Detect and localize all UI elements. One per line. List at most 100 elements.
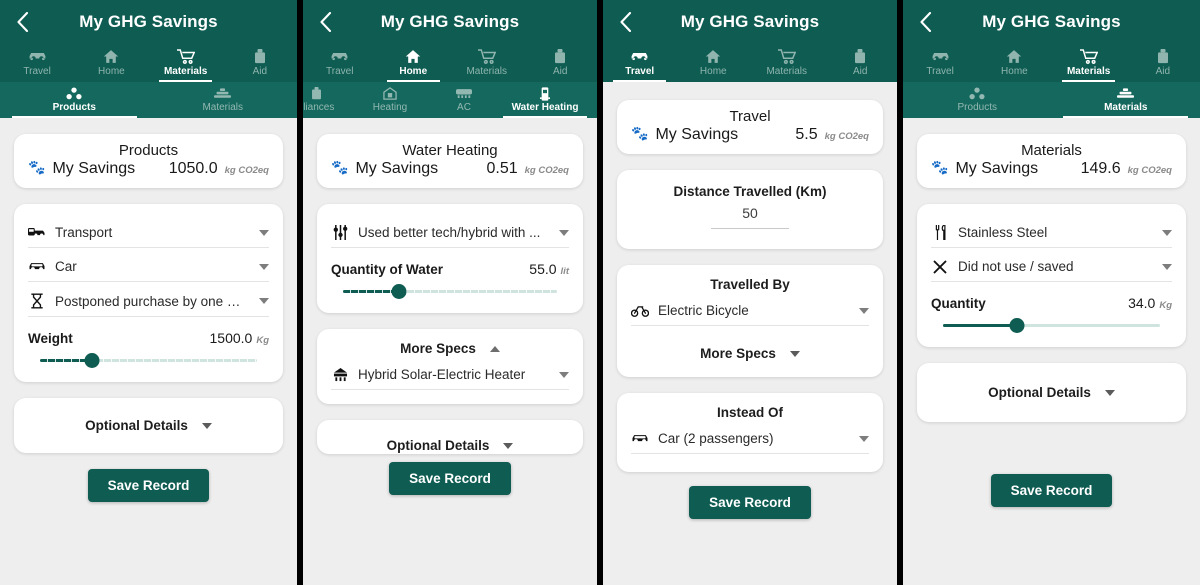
save-record-button[interactable]: Save Record (87, 469, 210, 502)
tab-home[interactable]: Home (977, 44, 1051, 82)
slider-header: Quantity 34.0 Kg (931, 295, 1172, 311)
tab-materials[interactable]: Materials (1052, 44, 1126, 82)
savings-title: Materials (1021, 142, 1082, 159)
dropdown-instead-of[interactable]: Car (2 passengers) (631, 420, 869, 454)
weight-slider[interactable] (40, 348, 257, 372)
subtab-label: Heating (372, 102, 408, 113)
save-record-button[interactable]: Save Record (689, 486, 811, 519)
shopping-cart-icon (777, 48, 796, 65)
chevron-down-icon (559, 371, 569, 378)
subtab-heating[interactable]: Heating (347, 82, 433, 118)
car-icon (631, 432, 649, 445)
home-icon (103, 48, 119, 65)
dropdown-material[interactable]: Stainless Steel (931, 214, 1172, 248)
tab-materials[interactable]: Materials (750, 44, 824, 82)
dropdown-transport[interactable]: Transport (28, 214, 269, 248)
subtab-water-heating[interactable]: Water Heating (495, 82, 595, 118)
tab-materials[interactable]: Materials (450, 44, 524, 82)
slider-thumb[interactable] (391, 284, 407, 299)
sub-tab-bar[interactable]: pliances Heating AC Water Heating Lighti… (303, 82, 597, 118)
tab-travel[interactable]: Travel (903, 44, 977, 82)
back-chevron-icon[interactable] (903, 0, 943, 44)
slider-label: Quantity of Water (331, 262, 444, 277)
dropdown-action[interactable]: Postponed purchase by one year (28, 282, 269, 317)
dropdown-value: Did not use / saved (958, 259, 1074, 274)
tab-aid[interactable]: Aid (524, 44, 598, 82)
tab-travel[interactable]: Travel (0, 44, 74, 82)
title-row: My GHG Savings (603, 0, 897, 44)
subtab-lighting[interactable]: Lighting (595, 82, 597, 118)
app-bar: My GHG Savings Travel Home Materials Ai (0, 0, 297, 118)
car-icon (630, 48, 649, 65)
tab-home[interactable]: Home (377, 44, 451, 82)
optional-details-toggle[interactable]: Optional Details (931, 385, 1172, 400)
car-icon (330, 48, 349, 65)
tab-label: Home (699, 66, 727, 77)
recycle-boxes-icon (969, 86, 985, 101)
tab-home[interactable]: Home (74, 44, 148, 82)
back-chevron-icon[interactable] (303, 0, 343, 44)
savings-value: 5.5 (795, 126, 818, 143)
more-specs-toggle[interactable]: More Specs (331, 341, 569, 356)
tab-travel[interactable]: Travel (603, 44, 677, 82)
subtab-appliances[interactable]: pliances (303, 82, 347, 118)
tab-aid[interactable]: Aid (223, 44, 297, 82)
optional-details-toggle[interactable]: Optional Details (28, 418, 269, 433)
page-title: My GHG Savings (380, 12, 520, 31)
quantity-slider[interactable] (943, 313, 1160, 337)
distance-input[interactable]: 50 (631, 199, 869, 229)
subtab-label: AC (457, 102, 471, 113)
optional-details-card[interactable]: Optional Details (14, 398, 283, 453)
chevron-down-icon (259, 263, 269, 270)
tab-label: Materials (163, 66, 208, 77)
back-chevron-icon[interactable] (0, 0, 40, 44)
subtab-products[interactable]: Products (903, 82, 1052, 118)
optional-details-card[interactable]: Optional Details (917, 363, 1186, 422)
title-row: My GHG Savings (303, 0, 597, 44)
phone-screen-materials: My GHG Savings Travel Home Materials Aid… (900, 0, 1200, 585)
savings-label: My Savings (355, 160, 439, 177)
dropdown-action[interactable]: Used better tech/hybrid with ... (331, 214, 569, 248)
chevron-down-icon (259, 229, 269, 236)
app-bar: My GHG Savings Travel Home Materials Ai (303, 0, 597, 118)
panel-body: Materials 🐾 My Savings 149.6 kg CO2eq St… (903, 134, 1200, 507)
dropdown-travelled-by[interactable]: Electric Bicycle (631, 292, 869, 326)
savings-unit: kg CO2eq (1127, 165, 1172, 176)
subtab-materials[interactable]: Materials (149, 82, 298, 118)
form-card: Transport Car Postponed purchase by one … (14, 204, 283, 382)
more-specs-toggle[interactable]: More Specs (631, 338, 869, 363)
optional-details-label: Optional Details (386, 438, 490, 453)
tab-aid[interactable]: Aid (1126, 44, 1200, 82)
tab-travel[interactable]: Travel (303, 44, 377, 82)
tab-label: Materials (1066, 66, 1111, 77)
optional-details-card[interactable]: Optional Details (317, 420, 583, 454)
savings-label: My Savings (655, 126, 739, 143)
subtab-products[interactable]: Products (0, 82, 149, 118)
hourglass-icon (28, 293, 46, 309)
dropdown-value: Electric Bicycle (658, 303, 749, 318)
save-record-button[interactable]: Save Record (990, 474, 1113, 507)
sub-tab-bar: Products Materials (903, 82, 1200, 118)
slider-label: Weight (28, 331, 73, 346)
slider-thumb[interactable] (84, 353, 100, 368)
sub-tab-bar: Products Materials (0, 82, 297, 118)
panel-body: Products 🐾 My Savings 1050.0 kg CO2eq Tr… (0, 134, 297, 502)
dropdown-heater-type[interactable]: Hybrid Solar-Electric Heater (331, 356, 569, 390)
tab-label: Travel (23, 66, 51, 77)
dropdown-vehicle[interactable]: Car (28, 248, 269, 282)
solar-heater-icon (331, 367, 349, 382)
tab-aid[interactable]: Aid (824, 44, 898, 82)
quantity-of-water-slider[interactable] (343, 279, 557, 303)
tab-materials[interactable]: Materials (149, 44, 223, 82)
app-bar: My GHG Savings Travel Home Materials Ai (603, 0, 897, 82)
home-icon (1006, 48, 1022, 65)
footprint-icon: 🐾 (631, 125, 649, 141)
back-chevron-icon[interactable] (603, 0, 643, 44)
save-record-button[interactable]: Save Record (389, 462, 511, 495)
subtab-materials[interactable]: Materials (1052, 82, 1200, 118)
subtab-ac[interactable]: AC (433, 82, 495, 118)
dropdown-usage[interactable]: Did not use / saved (931, 248, 1172, 282)
tab-home[interactable]: Home (677, 44, 751, 82)
optional-details-toggle[interactable]: Optional Details (331, 438, 569, 453)
slider-thumb[interactable] (1009, 318, 1025, 333)
